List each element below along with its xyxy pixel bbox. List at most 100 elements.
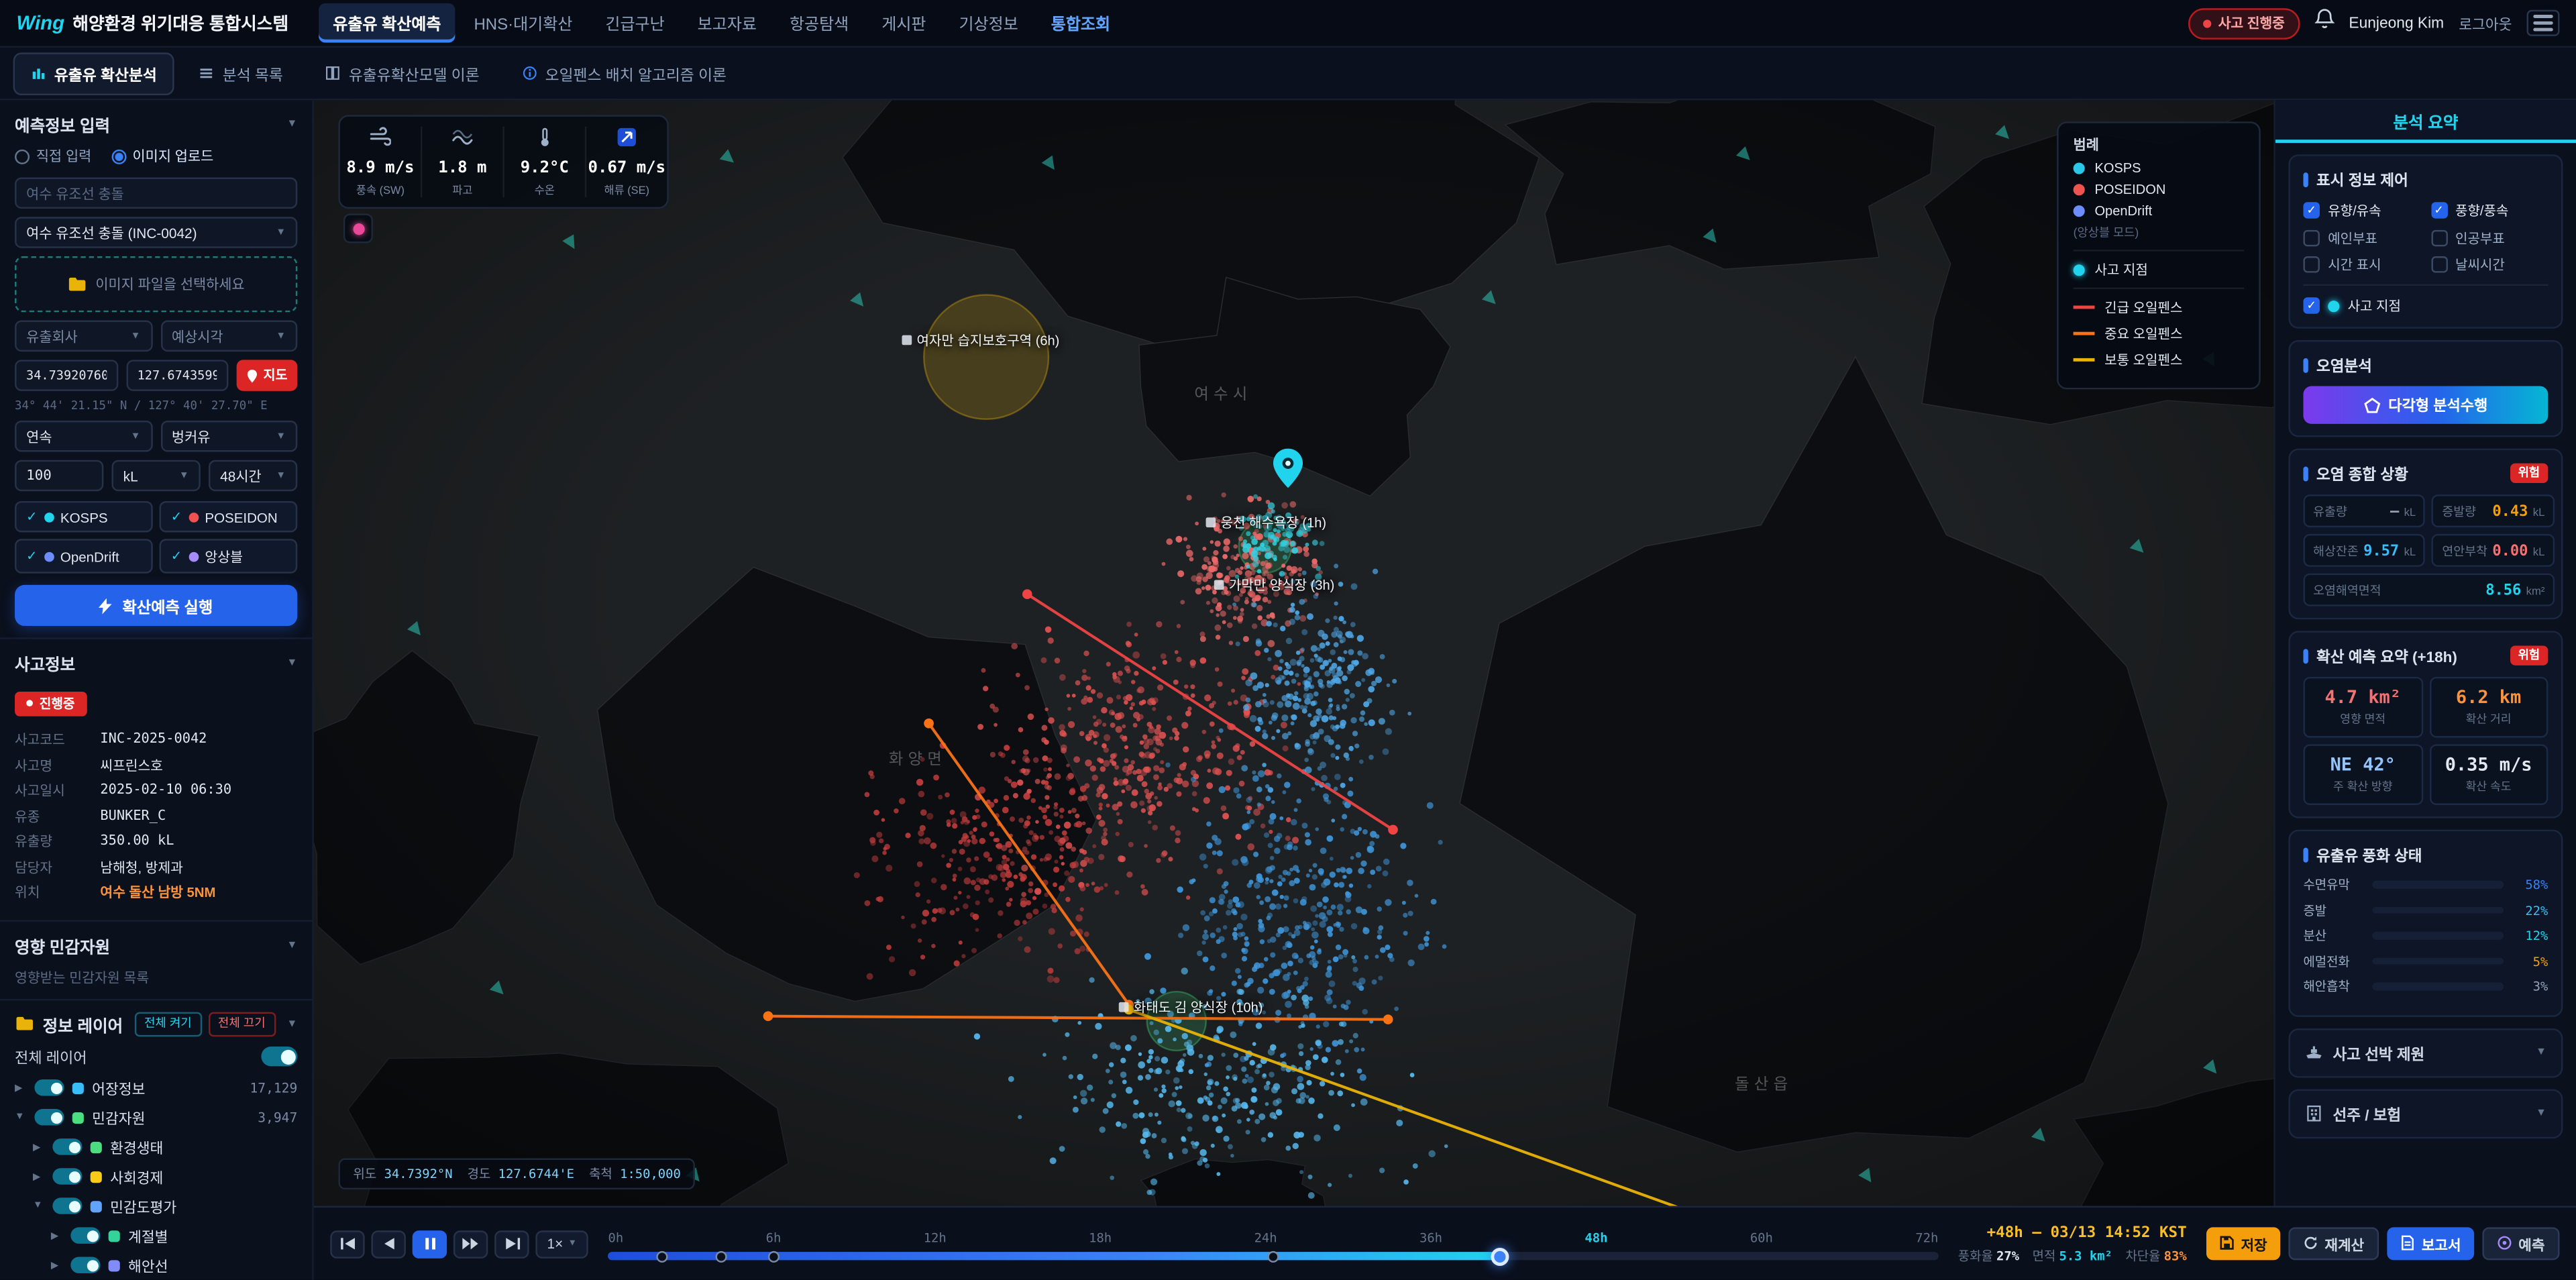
- spill-point-check-row[interactable]: ✓ 사고 지점: [2303, 284, 2548, 316]
- amount-input[interactable]: [15, 460, 103, 492]
- master-layer-toggle[interactable]: [261, 1047, 297, 1066]
- expand-caret-icon[interactable]: ▼: [33, 1201, 44, 1211]
- nav-item-3[interactable]: 보고자료: [683, 3, 771, 43]
- nav-item-0[interactable]: 유출유 확산예측: [318, 3, 455, 43]
- layer-item-민감도평가[interactable]: ▼민감도평가: [15, 1195, 297, 1217]
- timeline-event-marker[interactable]: [1267, 1250, 1279, 1262]
- expand-caret-icon[interactable]: ▶: [51, 1230, 62, 1241]
- layer-toggle[interactable]: [52, 1168, 82, 1184]
- layer-item-해안선[interactable]: ▶해안선: [15, 1255, 297, 1276]
- nav-item-6[interactable]: 기상정보: [944, 3, 1032, 43]
- model-chip-POSEIDON[interactable]: ✓POSEIDON: [160, 501, 298, 533]
- timeline-event-marker[interactable]: [655, 1250, 667, 1262]
- notification-bell-icon[interactable]: [2314, 8, 2334, 38]
- report-button[interactable]: 보고서: [2387, 1227, 2474, 1260]
- panel-tab-analysis-summary[interactable]: 분석 요약: [2275, 100, 2576, 143]
- longitude-input[interactable]: [126, 360, 229, 391]
- polygon-analysis-button[interactable]: 다각형 분석수행: [2303, 386, 2548, 424]
- speed-select[interactable]: 1×▼: [535, 1230, 588, 1258]
- nav-item-2[interactable]: 긴급구난: [590, 3, 679, 43]
- nav-item-5[interactable]: 게시판: [867, 3, 941, 43]
- display-check-시간 표시[interactable]: 시간 표시: [2303, 255, 2420, 274]
- layer-item-사회경제[interactable]: ▶사회경제: [15, 1166, 297, 1187]
- timeline-tick-48h[interactable]: 48h: [1585, 1230, 1607, 1245]
- layer-item-환경생태[interactable]: ▶환경생태: [15, 1136, 297, 1157]
- tab-3[interactable]: 오일펜스 배치 알고리즘 이론: [504, 52, 745, 95]
- image-dropzone[interactable]: 이미지 파일을 선택하세요: [15, 256, 297, 312]
- menu-button[interactable]: [2527, 10, 2560, 36]
- tab-0[interactable]: 유출유 확산분석: [13, 52, 175, 95]
- nav-item-7[interactable]: 통합조회: [1036, 3, 1125, 43]
- brand[interactable]: Wing 해양환경 위기대응 통합시스템: [16, 11, 288, 36]
- unit-select[interactable]: kL▼: [112, 460, 201, 492]
- radio-image-upload[interactable]: 이미지 업로드: [111, 146, 214, 166]
- timeline-tick-6h[interactable]: 6h: [766, 1230, 782, 1245]
- user-name[interactable]: Eunjeong Kim: [2349, 15, 2444, 31]
- layer-item-계절별[interactable]: ▶계절별: [15, 1225, 297, 1246]
- timeline-event-marker[interactable]: [769, 1250, 780, 1262]
- predict-button[interactable]: 예측: [2482, 1227, 2559, 1260]
- layer-toggle[interactable]: [70, 1257, 100, 1273]
- timeline-tick-18h[interactable]: 18h: [1089, 1230, 1112, 1245]
- timeline-tick-12h[interactable]: 12h: [924, 1230, 947, 1245]
- timeline-tick-72h[interactable]: 72h: [1915, 1230, 1938, 1245]
- map-canvas[interactable]: [314, 100, 2274, 1206]
- step-back-button[interactable]: [371, 1230, 405, 1258]
- layer-toggle[interactable]: [34, 1079, 64, 1096]
- expand-caret-icon[interactable]: ▶: [15, 1082, 26, 1094]
- expand-caret-icon[interactable]: ▶: [33, 1141, 44, 1153]
- display-check-날씨시간[interactable]: 날씨시간: [2430, 255, 2548, 274]
- timeline-handle[interactable]: [1491, 1247, 1509, 1265]
- timeline-tick-0h[interactable]: 0h: [608, 1230, 624, 1245]
- expected-time-select[interactable]: 예상시각▼: [160, 321, 297, 352]
- layer-toggle[interactable]: [34, 1109, 64, 1125]
- expand-caret-icon[interactable]: ▶: [33, 1171, 44, 1182]
- tab-2[interactable]: 유출유확산모델 이론: [308, 52, 498, 95]
- timeline-slider[interactable]: [608, 1252, 1939, 1260]
- run-prediction-button[interactable]: 확산예측 실행: [15, 585, 297, 626]
- collapse-caret-icon[interactable]: ▼: [287, 118, 298, 129]
- layers-all-on-button[interactable]: 전체 켜기: [134, 1011, 201, 1036]
- timeline-tick-36h[interactable]: 36h: [1419, 1230, 1442, 1245]
- collapse-caret-icon[interactable]: ▼: [287, 657, 298, 669]
- display-check-예인부표[interactable]: 예인부표: [2303, 227, 2420, 247]
- tab-1[interactable]: 분석 목록: [182, 52, 301, 95]
- fast-forward-button[interactable]: [453, 1230, 488, 1258]
- model-chip-KOSPS[interactable]: ✓KOSPS: [15, 501, 153, 533]
- map[interactable]: 8.9 m/s풍속 (SW)1.8 m파고9.2°C수온0.67 m/s해류 (…: [314, 100, 2274, 1206]
- display-check-인공부표[interactable]: 인공부표: [2430, 227, 2548, 247]
- timeline-tick-24h[interactable]: 24h: [1254, 1230, 1277, 1245]
- layer-item-민감자원[interactable]: ▼민감자원3,947: [15, 1106, 297, 1128]
- nav-item-1[interactable]: HNS·대기확산: [459, 3, 587, 43]
- model-chip-앙상블[interactable]: ✓앙상블: [160, 539, 298, 573]
- layer-toggle[interactable]: [70, 1227, 100, 1243]
- skip-start-button[interactable]: [330, 1230, 364, 1258]
- display-check-유향/유속[interactable]: ✓유향/유속: [2303, 201, 2420, 220]
- nav-item-4[interactable]: 항공탐색: [775, 3, 863, 43]
- collapse-caret-icon[interactable]: ▼: [287, 1018, 298, 1029]
- incident-status-pill[interactable]: 사고 진행중: [2189, 7, 2300, 39]
- ship-spec-section[interactable]: 사고 선박 제원 ▼: [2288, 1028, 2563, 1077]
- incident-select[interactable]: 여수 유조선 충돌 (INC-0042) ▼: [15, 217, 297, 248]
- skip-end-button[interactable]: [494, 1230, 529, 1258]
- spill-point-marker[interactable]: [1273, 449, 1303, 496]
- timeline-event-marker[interactable]: [715, 1250, 727, 1262]
- layer-toggle[interactable]: [52, 1197, 82, 1214]
- save-button[interactable]: 저장: [2206, 1227, 2280, 1260]
- model-chip-OpenDrift[interactable]: ✓OpenDrift: [15, 539, 153, 573]
- layer-toggle[interactable]: [52, 1138, 82, 1155]
- latitude-input[interactable]: [15, 360, 117, 391]
- logout-button[interactable]: 로그아웃: [2459, 12, 2512, 34]
- oil-type-select[interactable]: 벙커유▼: [160, 421, 297, 452]
- layers-all-off-button[interactable]: 전체 끄기: [208, 1011, 275, 1036]
- recalc-button[interactable]: 재계산: [2289, 1227, 2379, 1260]
- timeline-tick-60h[interactable]: 60h: [1750, 1230, 1773, 1245]
- expand-caret-icon[interactable]: ▶: [51, 1259, 62, 1271]
- expand-caret-icon[interactable]: ▼: [15, 1112, 26, 1122]
- duration-select[interactable]: 48시간▼: [209, 460, 297, 492]
- display-check-풍향/풍속[interactable]: ✓풍향/풍속: [2430, 201, 2548, 220]
- owner-insurance-section[interactable]: 선주 / 보험 ▼: [2288, 1088, 2563, 1137]
- pick-on-map-button[interactable]: 지도: [237, 360, 297, 391]
- spill-marker-tool-button[interactable]: [343, 213, 373, 243]
- spill-company-select[interactable]: 유출회사▼: [15, 321, 152, 352]
